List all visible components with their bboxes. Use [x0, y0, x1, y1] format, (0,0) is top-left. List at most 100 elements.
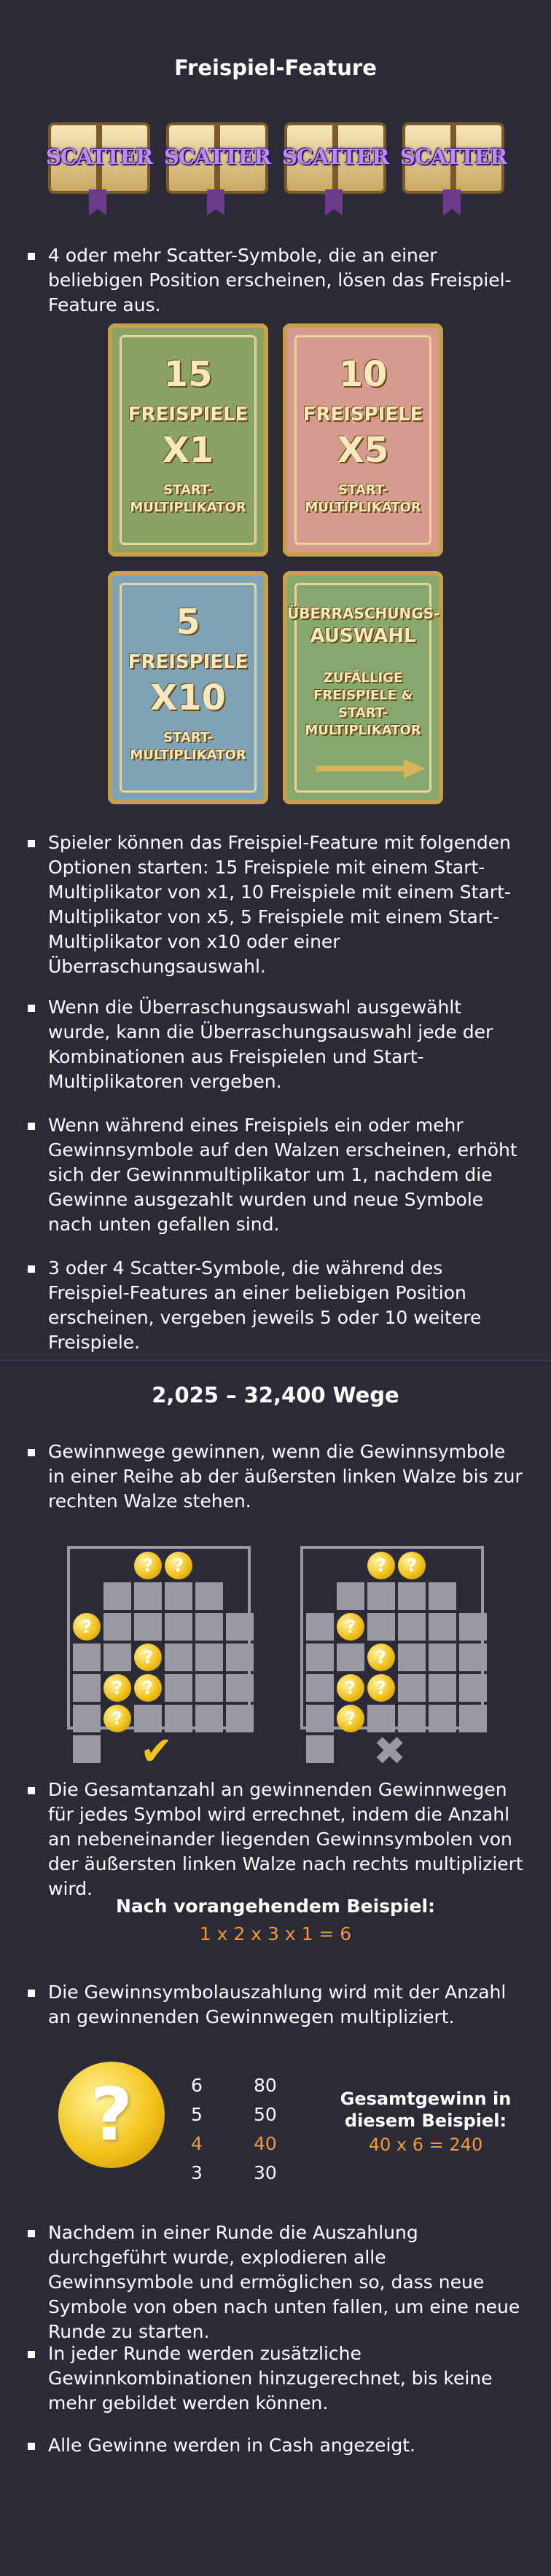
- reel-cell: [306, 1674, 334, 1702]
- paytable-count: 4: [191, 2133, 203, 2154]
- reel-cell: [306, 1735, 334, 1763]
- reel-cell: [73, 1674, 101, 1702]
- reel-cell: [337, 1644, 364, 1671]
- tile-multiplier: X1: [162, 430, 214, 471]
- reel-cell: [367, 1613, 395, 1641]
- bullet-retrigger: 3 oder 4 Scatter-Symbole, die während de…: [28, 1256, 523, 1355]
- reel-cell: [165, 1674, 192, 1702]
- tile-spins-label: FREISPIELE: [128, 404, 249, 425]
- wild-coin-icon: ?: [337, 1613, 364, 1641]
- reel-cell: [459, 1674, 487, 1702]
- reel-cell: [195, 1674, 223, 1702]
- reel-cell: [226, 1705, 254, 1732]
- wild-coin-icon: ?: [337, 1674, 364, 1702]
- tile-surprise-l4: MULTIPLIKATOR: [305, 723, 421, 738]
- total-win-label: Gesamtgewinn in diesem Beispiel:: [316, 2088, 535, 2132]
- tile-spins-count: 15: [163, 354, 213, 395]
- option-tile-10: 10 FREISPIELE X5 START- MULTIPLIKATOR: [283, 323, 443, 557]
- tile-line2: MULTIPLIKATOR: [130, 747, 246, 763]
- scatter-symbol: SCATTER: [399, 109, 507, 217]
- wild-coin-icon: ?: [103, 1674, 131, 1702]
- wild-coin-icon: ?: [337, 1705, 364, 1732]
- symbol-paytable: 6 80 5 50 4 40 3 30: [191, 2075, 308, 2191]
- reel-cell: [195, 1705, 223, 1732]
- freispiel-options-grid: 15 FREISPIELE X1 START- MULTIPLIKATOR 10…: [108, 323, 443, 804]
- paytable-count: 5: [191, 2104, 203, 2125]
- example-label: Nach vorangehendem Beispiel:: [115, 1896, 436, 1917]
- reel-cell: [398, 1674, 426, 1702]
- reel-cell: [226, 1613, 254, 1641]
- bullet-win-ways: Gewinnwege gewinnen, wenn die Gewinnsymb…: [28, 1440, 523, 1514]
- option-tile-5: 5 FREISPIELE X10 START- MULTIPLIKATOR: [108, 571, 268, 804]
- total-win-label-1: Gesamtgewinn in: [340, 2089, 512, 2109]
- reel-cell: [134, 1582, 162, 1610]
- bullet-options: Spieler können das Freispiel-Feature mit…: [28, 830, 523, 979]
- tile-surprise-l3: START-: [338, 705, 388, 720]
- wild-coin-icon: ?: [367, 1644, 395, 1671]
- tile-surprise-l2: FREISPIELE &: [313, 688, 413, 703]
- bullet-rounds: In jeder Runde werden zusätzliche Gewinn…: [28, 2341, 523, 2416]
- reel-cell: [165, 1644, 192, 1671]
- reel-cell: [226, 1644, 254, 1671]
- tile-surprise-title1: ÜBERRASCHUNGS-: [287, 605, 440, 622]
- reel-cell: [429, 1705, 456, 1732]
- total-win-label-2: diesem Beispiel:: [344, 2110, 507, 2131]
- tile-multiplier: X5: [337, 430, 389, 471]
- reel-cell: [459, 1644, 487, 1671]
- tile-line2: MULTIPLIKATOR: [305, 500, 421, 515]
- example-formula: 1 x 2 x 3 x 1 = 6: [199, 1923, 352, 1944]
- reel-cell: [103, 1644, 131, 1671]
- tile-spins-count: 10: [338, 354, 388, 395]
- scatter-label: SCATTER: [399, 144, 507, 169]
- reel-cell: [429, 1613, 456, 1641]
- reel-cell: [337, 1582, 364, 1610]
- reel-cell: [73, 1735, 101, 1763]
- bullet-cascade: Nachdem in einer Runde die Auszahlung du…: [28, 2220, 523, 2344]
- paytable-row: 3 30: [191, 2162, 308, 2191]
- paytable-value: 30: [254, 2162, 277, 2183]
- reel-diagram-invalid: ???????: [300, 1546, 487, 1763]
- tile-line1: START-: [163, 730, 213, 745]
- tile-line1: START-: [163, 482, 213, 498]
- wild-coin-icon: ?: [134, 1644, 162, 1671]
- freispiel-title: Freispiel-Feature: [174, 55, 377, 80]
- wild-coin-icon: ?: [134, 1552, 162, 1579]
- check-icon: ✔: [140, 1728, 173, 1774]
- paytable-count: 6: [191, 2075, 203, 2096]
- paytable-page: Freispiel-Feature SCATTER SCATTER SCATTE…: [0, 0, 551, 2576]
- reel-cell: [398, 1613, 426, 1641]
- scatter-label: SCATTER: [163, 144, 271, 169]
- tile-line2: MULTIPLIKATOR: [130, 500, 246, 515]
- option-tile-15: 15 FREISPIELE X1 START- MULTIPLIKATOR: [108, 323, 268, 557]
- tile-spins-label: FREISPIELE: [302, 404, 423, 425]
- tile-spins-count: 5: [176, 602, 200, 643]
- wild-coin-icon: ?: [103, 1705, 131, 1732]
- reel-cell: [226, 1674, 254, 1702]
- reel-cell: [459, 1613, 487, 1641]
- wege-title: 2,025 – 32,400 Wege: [152, 1383, 399, 1407]
- reel-cell: [429, 1582, 456, 1610]
- reel-cell: [73, 1705, 101, 1732]
- wild-coin-icon: ?: [367, 1552, 395, 1579]
- scatter-symbol: SCATTER: [45, 109, 153, 217]
- reel-cell: [165, 1613, 192, 1641]
- total-win-formula: 40 x 6 = 240: [368, 2135, 483, 2155]
- scatter-label: SCATTER: [45, 144, 153, 169]
- question-coin-icon: ?: [58, 2062, 165, 2168]
- reel-cell: [195, 1582, 223, 1610]
- scatter-label: SCATTER: [281, 144, 389, 169]
- reel-diagram-valid: ???????: [67, 1546, 254, 1763]
- paytable-row-highlight: 4 40: [191, 2133, 308, 2162]
- paytable-row: 6 80: [191, 2075, 308, 2104]
- paytable-value: 80: [254, 2075, 277, 2096]
- bullet-scatter-trigger: 4 oder mehr Scatter-Symbole, die an eine…: [28, 243, 523, 318]
- reel-cell: [429, 1674, 456, 1702]
- wild-coin-icon: ?: [73, 1613, 101, 1641]
- reel-cell: [195, 1613, 223, 1641]
- cross-icon: ✖: [373, 1728, 407, 1774]
- tile-multiplier: X10: [150, 678, 226, 718]
- reel-cell: [306, 1613, 334, 1641]
- paytable-row: 5 50: [191, 2104, 308, 2133]
- reel-cell: [103, 1582, 131, 1610]
- bullet-multiplier: Wenn während eines Freispiels ein oder m…: [28, 1113, 523, 1237]
